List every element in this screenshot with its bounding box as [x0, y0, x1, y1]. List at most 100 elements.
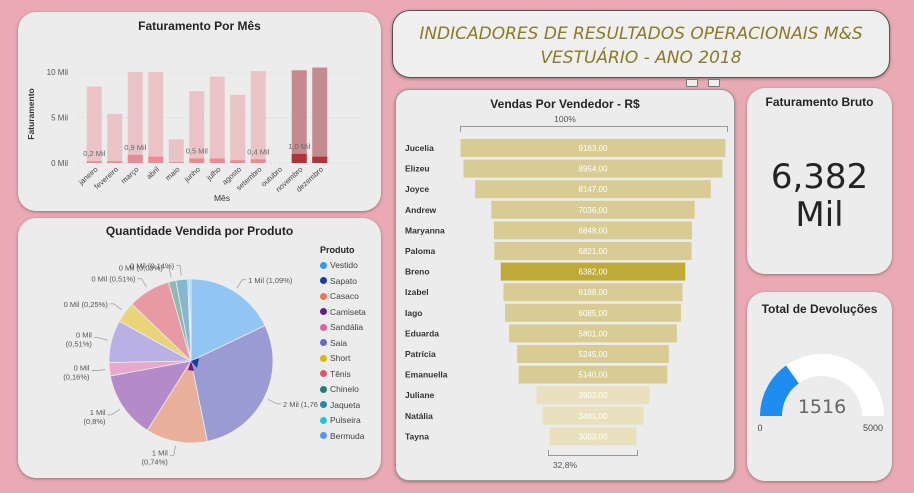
legend-dot-icon: [320, 339, 327, 346]
funnel-data-label: 3003,00: [579, 432, 608, 441]
pie-leader-line: [137, 278, 147, 288]
legend-dot-icon: [320, 323, 327, 331]
legend-label: Chinelo: [330, 384, 359, 394]
pie-leader-line: [236, 279, 247, 289]
pie-data-label: 2 Mil (1,76%): [283, 400, 318, 409]
bar-returns[interactable]: [250, 159, 266, 163]
bar-revenue[interactable]: [230, 94, 246, 163]
seller-name: Joyce: [405, 184, 429, 194]
bar-returns[interactable]: [168, 162, 184, 163]
x-tick-label: março: [119, 165, 141, 186]
pie-leader-line: [169, 445, 176, 456]
bar-data-label: 0,9 Mil: [124, 143, 146, 152]
product-pie-chart[interactable]: 1 Mil (1,09%) 2 Mil (1,76%) 1 Mil(0,74%) 1 …: [18, 218, 318, 478]
funnel-data-label: 5140,00: [579, 371, 608, 380]
bar-returns[interactable]: [107, 161, 123, 163]
seller-name: Izabel: [405, 287, 429, 297]
gauge-max-label: 5000: [863, 423, 883, 433]
seller-name: Jucelia: [405, 143, 434, 153]
legend-item-6[interactable]: Short: [320, 353, 350, 363]
x-axis-title: Mês: [214, 193, 230, 203]
legend-dot-icon: [320, 277, 327, 284]
pie-data-label: 1 Mil (1,09%): [248, 276, 293, 285]
gauge-value: 1516: [798, 396, 846, 418]
pie-leader-line: [93, 337, 108, 341]
funnel-bottom-label: 32,8%: [552, 460, 578, 470]
legend-item-7[interactable]: Tênis: [320, 369, 351, 379]
seller-name: Tayna: [405, 431, 429, 441]
title-banner: INDICADORES DE RESULTADOS OPERACIONAIS M…: [392, 10, 890, 78]
legend-item-2[interactable]: Casaco: [320, 291, 359, 301]
legend-item-8[interactable]: Chinelo: [320, 384, 359, 394]
y-axis-title: Faturamento: [26, 88, 36, 139]
funnel-data-label: 8147,00: [579, 185, 608, 194]
pie-leader-line: [267, 398, 281, 405]
gross-revenue-value: 6,382: [770, 157, 869, 197]
bar-revenue[interactable]: [209, 76, 225, 163]
seller-name: Breno: [405, 267, 430, 277]
bar-returns[interactable]: [291, 153, 307, 163]
legend-label: Sapato: [330, 275, 357, 286]
funnel-data-label: 6821,00: [579, 247, 608, 256]
bar-returns[interactable]: [148, 156, 164, 163]
legend-label: Bermuda: [330, 430, 365, 441]
funnel-data-label: 5245,00: [579, 350, 608, 359]
bar-revenue[interactable]: [312, 67, 328, 163]
bar-returns[interactable]: [189, 158, 205, 163]
product-quantity-card: Quantidade Vendida por Produto 1 Mil (1,…: [18, 218, 381, 478]
seller-name: Juliane: [405, 390, 435, 400]
funnel-data-label: 5801,00: [579, 329, 608, 338]
legend-label: Tênis: [330, 368, 351, 379]
bar-data-label: 0,2 Mil: [83, 149, 105, 158]
legend-label: Vestido: [330, 260, 358, 270]
legend-item-1[interactable]: Sapato: [320, 276, 357, 286]
x-tick-label: junho: [182, 165, 202, 185]
bar-returns[interactable]: [230, 160, 246, 163]
bar-revenue[interactable]: [107, 113, 123, 163]
pie-leader-line: [109, 303, 123, 311]
legend-dot-icon: [320, 370, 327, 377]
legend-label: Camiseta: [330, 306, 366, 317]
seller-name: Andrew: [405, 205, 437, 215]
legend-item-9[interactable]: Jaqueta: [320, 400, 360, 410]
legend-item-10[interactable]: Pulseira: [320, 415, 361, 425]
focus-mode-icon[interactable]: [686, 79, 698, 87]
seller-name: Maryanna: [405, 225, 445, 235]
legend-dot-icon: [320, 308, 327, 315]
legend-dot-icon: [320, 432, 327, 439]
legend-dot-icon: [320, 401, 327, 408]
more-options-icon[interactable]: [708, 79, 720, 87]
pie-leader-line: [176, 265, 182, 276]
gross-revenue-card: Faturamento Bruto 6,382 Mil: [747, 88, 892, 274]
legend-dot-icon: [320, 416, 327, 424]
bar-returns[interactable]: [312, 156, 328, 163]
bar-revenue[interactable]: [168, 139, 184, 163]
legend-label: Casaco: [330, 291, 359, 301]
pie-data-label: 1 Mil (0,74%): [141, 448, 168, 466]
funnel-data-label: 9163,00: [579, 144, 608, 153]
bar-returns[interactable]: [127, 154, 143, 163]
seller-name: Paloma: [405, 246, 436, 256]
legend-item-11[interactable]: Bermuda: [320, 431, 365, 441]
returns-gauge[interactable]: 1516 0 5000: [747, 292, 892, 481]
seller-name: Elizeu: [405, 164, 430, 174]
monthly-revenue-chart[interactable]: 10 Mil5 Mil0 MilFaturamentoMês0,2 Miljan…: [18, 12, 381, 211]
pie-data-label: 0 Mil (0,14%): [130, 262, 175, 271]
legend-item-3[interactable]: Camiseta: [320, 307, 366, 317]
returns-card: Total de Devoluções 1516 0 5000: [747, 292, 892, 481]
legend-item-0[interactable]: Vestido: [320, 260, 358, 270]
sales-by-seller-card: Vendas Por Vendedor - R$ 100% Jucelia 916…: [395, 89, 735, 481]
legend-item-5[interactable]: Saia: [320, 338, 347, 348]
legend-dot-icon: [320, 292, 327, 300]
y-tick-label: 5 Mil: [51, 114, 68, 123]
bar-revenue[interactable]: [148, 72, 164, 163]
legend-label: Saia: [330, 337, 348, 348]
legend-dot-icon: [320, 261, 327, 269]
legend-label: Sandália: [330, 322, 364, 332]
banner-line-1: INDICADORES DE RESULTADOS OPERACIONAIS M…: [419, 24, 863, 44]
funnel-data-label: 6848,00: [579, 226, 608, 235]
legend-item-4[interactable]: Sandália: [320, 322, 363, 332]
sales-funnel-chart[interactable]: Jucelia 9163,00 Elizeu 8954,00 Joyce 8147,00 A…: [396, 90, 735, 481]
bar-returns[interactable]: [86, 161, 102, 163]
bar-returns[interactable]: [209, 158, 225, 163]
